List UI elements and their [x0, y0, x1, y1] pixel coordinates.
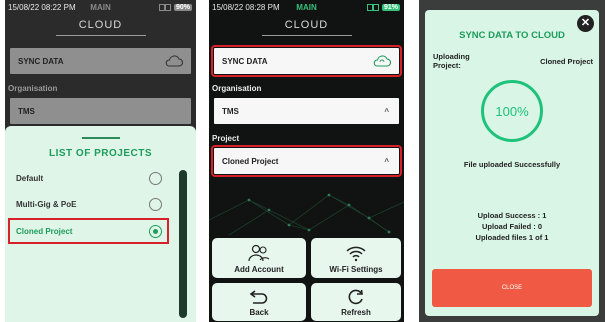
project-value: Cloned Project — [222, 156, 279, 166]
screen-project-list: 15/08/22 08:22 PM MAIN 90% CLOUD SYNC DA… — [5, 0, 196, 322]
project-option-default[interactable]: Default — [11, 168, 166, 188]
status-mode: MAIN — [296, 3, 317, 12]
status-icons: 90% — [158, 4, 192, 11]
back-arrow-icon — [249, 290, 268, 304]
close-button[interactable]: CLOSE — [432, 269, 592, 307]
status-bar: 15/08/22 08:28 PM MAIN 91% — [209, 0, 404, 15]
wifi-icon — [346, 246, 366, 262]
add-account-button[interactable]: Add Account — [212, 238, 306, 278]
sync-data-label: SYNC DATA — [222, 56, 268, 66]
status-icons: 91% — [366, 4, 400, 11]
upload-failed-count: Upload Failed : 0 — [481, 222, 542, 231]
sync-data-label: SYNC DATA — [18, 56, 64, 66]
screen-sync-result: ✕ SYNC DATA TO CLOUD Uploading Project: … — [419, 0, 605, 322]
radio-button[interactable] — [149, 171, 162, 185]
link-icon — [158, 4, 171, 11]
status-time: 15/08/22 08:28 PM — [212, 3, 280, 12]
project-option-label: Cloned Project — [16, 226, 73, 236]
sync-dialog: ✕ SYNC DATA TO CLOUD Uploading Project: … — [425, 10, 599, 316]
uploading-project-label: Uploading Project: — [433, 52, 470, 70]
cloud-sync-icon — [165, 55, 183, 67]
battery-indicator: 91% — [381, 4, 400, 11]
cloud-sync-icon — [373, 55, 391, 67]
scrollbar[interactable] — [179, 170, 187, 318]
refresh-icon — [348, 289, 363, 305]
title-underline — [55, 35, 146, 36]
sync-data-button[interactable]: SYNC DATA — [211, 45, 402, 77]
project-label: Project — [212, 134, 240, 143]
chevron-up-icon: ^ — [384, 156, 389, 166]
sync-data-button[interactable]: SYNC DATA — [10, 48, 191, 74]
link-icon — [366, 4, 379, 11]
upload-success-count: Upload Success : 1 — [477, 211, 547, 220]
dialog-title: SYNC DATA TO CLOUD — [459, 30, 565, 41]
project-option-label: Multi-Gig & PoE — [16, 199, 77, 209]
uploading-project-value: Cloned Project — [540, 57, 593, 66]
back-button[interactable]: Back — [212, 283, 306, 321]
sheet-grip[interactable] — [81, 137, 120, 139]
progress-ring: 100% — [481, 80, 543, 142]
project-option-multigig[interactable]: Multi-Gig & PoE — [11, 194, 166, 214]
organisation-select[interactable]: TMS ^ — [214, 98, 399, 124]
project-option-cloned[interactable]: Cloned Project — [8, 218, 169, 244]
radio-button-selected[interactable] — [149, 224, 162, 238]
battery-indicator: 90% — [173, 4, 192, 11]
screen-cloud: 15/08/22 08:28 PM MAIN 91% CLOUD SYNC DA… — [209, 0, 404, 322]
project-list-sheet: LIST OF PROJECTS Default Multi-Gig & PoE… — [5, 126, 196, 322]
status-time: 15/08/22 08:22 PM — [8, 3, 76, 12]
wifi-settings-button[interactable]: Wi-Fi Settings — [311, 238, 401, 278]
status-mode: MAIN — [90, 3, 111, 12]
add-account-label: Add Account — [234, 265, 284, 274]
wifi-settings-label: Wi-Fi Settings — [329, 265, 383, 274]
status-message: File uploaded Successfully — [463, 160, 561, 169]
back-label: Back — [249, 308, 269, 317]
network-background-graphic — [209, 193, 404, 236]
title-underline — [261, 35, 352, 36]
project-option-label: Default — [16, 173, 44, 183]
sheet-title: LIST OF PROJECTS — [48, 148, 152, 159]
uploaded-files-count: Uploaded files 1 of 1 — [475, 233, 549, 242]
organisation-label: Organisation — [8, 84, 58, 93]
organisation-select[interactable]: TMS — [10, 98, 191, 124]
chevron-up-icon: ^ — [384, 106, 389, 116]
close-button-label: CLOSE — [501, 285, 523, 291]
radio-button[interactable] — [149, 197, 162, 211]
progress-value: 100% — [495, 103, 529, 119]
add-account-icon — [248, 244, 270, 262]
project-select[interactable]: Cloned Project ^ — [211, 145, 402, 177]
page-title: CLOUD — [284, 19, 329, 31]
organisation-label: Organisation — [212, 84, 262, 93]
refresh-label: Refresh — [341, 308, 371, 317]
organisation-value: TMS — [222, 106, 239, 116]
page-title: CLOUD — [78, 19, 123, 31]
organisation-value: TMS — [18, 106, 35, 116]
status-bar: 15/08/22 08:22 PM MAIN 90% — [5, 0, 196, 15]
refresh-button[interactable]: Refresh — [311, 283, 401, 321]
